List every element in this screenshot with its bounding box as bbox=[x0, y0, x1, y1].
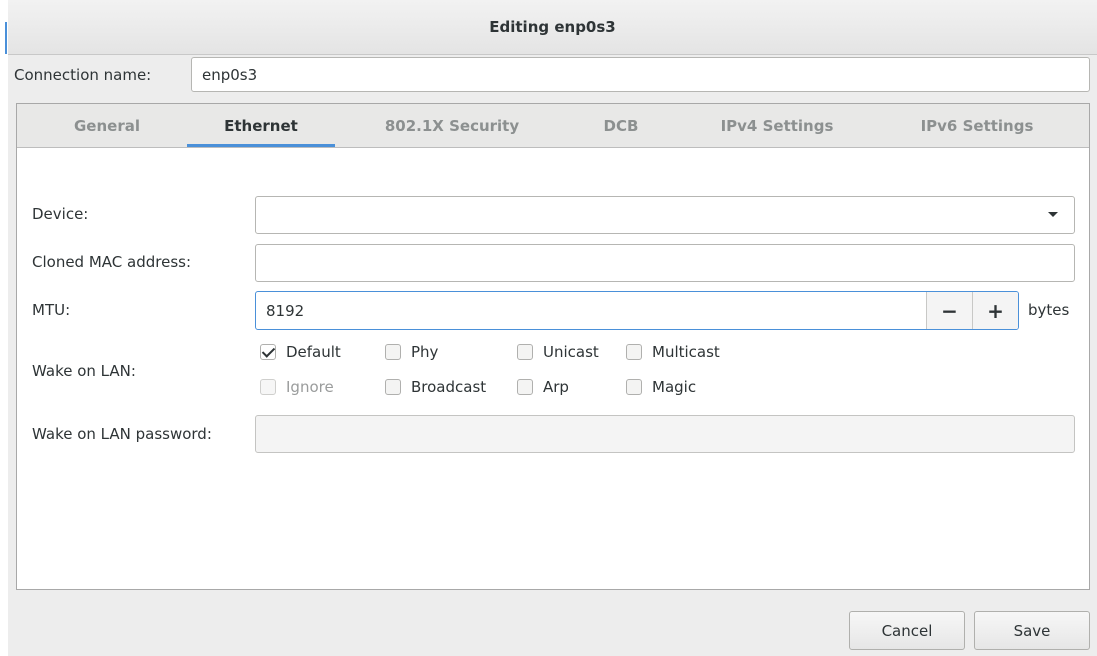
background-window-accent bbox=[5, 22, 7, 54]
cloned-mac-input[interactable] bbox=[255, 244, 1075, 282]
cancel-button-label: Cancel bbox=[881, 621, 933, 640]
checkmark-icon bbox=[260, 344, 276, 360]
tab-ethernet[interactable]: Ethernet bbox=[187, 104, 335, 147]
checkbox-box bbox=[517, 344, 533, 360]
wol-password-label: Wake on LAN password: bbox=[32, 425, 212, 443]
wol-phy-label: Phy bbox=[411, 343, 439, 361]
wol-broadcast-checkbox[interactable]: Broadcast bbox=[385, 376, 486, 398]
tab-ipv6-settings[interactable]: IPv6 Settings bbox=[885, 104, 1069, 147]
wol-arp-label: Arp bbox=[543, 378, 569, 396]
settings-notebook: General Ethernet 802.1X Security DCB IPv… bbox=[16, 103, 1090, 590]
checkbox-box bbox=[260, 379, 276, 395]
dialog-titlebar[interactable]: Editing enp0s3 bbox=[8, 0, 1097, 55]
wol-ignore-checkbox: Ignore bbox=[260, 376, 334, 398]
checkbox-box bbox=[626, 379, 642, 395]
connection-name-label: Connection name: bbox=[14, 66, 152, 84]
mtu-increment-button[interactable]: + bbox=[972, 292, 1018, 329]
save-button-label: Save bbox=[1013, 621, 1051, 640]
wol-magic-label: Magic bbox=[652, 378, 697, 396]
wol-unicast-label: Unicast bbox=[543, 343, 599, 361]
tab-bar: General Ethernet 802.1X Security DCB IPv… bbox=[17, 104, 1089, 148]
mtu-label: MTU: bbox=[32, 301, 71, 319]
dialog-title: Editing enp0s3 bbox=[489, 18, 616, 36]
checkbox-box bbox=[626, 344, 642, 360]
wol-broadcast-label: Broadcast bbox=[411, 378, 487, 396]
tab-ipv4-settings[interactable]: IPv4 Settings bbox=[697, 104, 857, 147]
wol-multicast-checkbox[interactable]: Multicast bbox=[626, 341, 720, 363]
chevron-down-icon[interactable] bbox=[1032, 197, 1074, 233]
wol-unicast-checkbox[interactable]: Unicast bbox=[517, 341, 599, 363]
cancel-button[interactable]: Cancel bbox=[849, 611, 965, 650]
wol-magic-checkbox[interactable]: Magic bbox=[626, 376, 696, 398]
connection-name-row: Connection name: bbox=[8, 57, 1097, 93]
minus-icon: − bbox=[941, 298, 958, 323]
mtu-input[interactable] bbox=[256, 292, 924, 329]
wol-password-input bbox=[255, 415, 1075, 453]
connection-name-input[interactable] bbox=[191, 57, 1090, 92]
device-combobox[interactable] bbox=[255, 196, 1075, 234]
wake-on-lan-label: Wake on LAN: bbox=[32, 362, 136, 380]
checkbox-box bbox=[385, 344, 401, 360]
plus-icon: + bbox=[987, 298, 1004, 323]
device-label: Device: bbox=[32, 205, 89, 223]
wol-ignore-label: Ignore bbox=[286, 378, 334, 396]
cloned-mac-label: Cloned MAC address: bbox=[32, 253, 192, 271]
wol-default-label: Default bbox=[286, 343, 341, 361]
checkbox-box bbox=[385, 379, 401, 395]
wol-multicast-label: Multicast bbox=[652, 343, 720, 361]
tab-general[interactable]: General bbox=[45, 104, 169, 147]
tab-dcb[interactable]: DCB bbox=[571, 104, 671, 147]
mtu-spinbutton: − + bbox=[255, 291, 1019, 330]
tab-802-1x-security[interactable]: 802.1X Security bbox=[352, 104, 552, 147]
mtu-decrement-button[interactable]: − bbox=[926, 292, 972, 329]
save-button[interactable]: Save bbox=[974, 611, 1090, 650]
checkbox-box bbox=[517, 379, 533, 395]
connection-editor-dialog: Editing enp0s3 Connection name: General … bbox=[8, 0, 1097, 656]
background-window-edge bbox=[0, 0, 8, 656]
mtu-unit-label: bytes bbox=[1028, 301, 1070, 319]
wol-default-checkbox[interactable]: Default bbox=[260, 341, 341, 363]
wol-arp-checkbox[interactable]: Arp bbox=[517, 376, 569, 398]
wol-phy-checkbox[interactable]: Phy bbox=[385, 341, 438, 363]
